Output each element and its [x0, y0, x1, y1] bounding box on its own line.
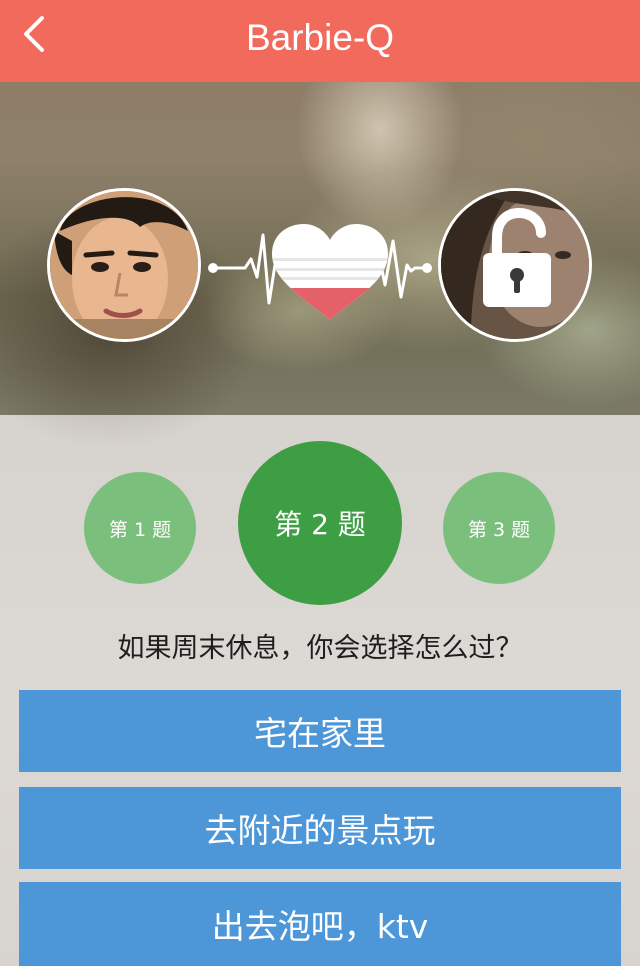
question-text: 如果周末休息，你会选择怎么过？ — [117, 633, 523, 664]
male-avatar-photo — [50, 191, 198, 339]
option-button-2[interactable]: 去附近的景点玩 — [19, 787, 621, 869]
option-1-label: 宅在家里 — [254, 714, 386, 753]
step-1[interactable]: 第 1 题 — [84, 472, 196, 584]
male-avatar[interactable] — [47, 188, 201, 342]
step-3-label: 第 3 题 — [467, 518, 531, 541]
option-button-3[interactable]: 出去泡吧，ktv — [19, 882, 621, 966]
step-2-label: 第 2 题 — [274, 508, 366, 541]
header-bar: Barbie-Q — [0, 0, 640, 82]
lock-open-icon — [483, 207, 551, 307]
female-avatar[interactable] — [438, 188, 592, 342]
back-button[interactable] — [14, 10, 60, 60]
step-1-label: 第 1 题 — [108, 518, 172, 541]
step-2-active[interactable]: 第 2 题 — [238, 441, 402, 605]
option-2-label: 去附近的景点玩 — [204, 811, 436, 850]
step-3[interactable]: 第 3 题 — [443, 472, 555, 584]
chevron-left-icon — [24, 16, 44, 52]
option-3-label: 出去泡吧，ktv — [211, 907, 429, 946]
heart-icon — [272, 224, 388, 320]
option-button-1[interactable]: 宅在家里 — [19, 690, 621, 772]
page-title: Barbie-Q — [245, 17, 395, 58]
